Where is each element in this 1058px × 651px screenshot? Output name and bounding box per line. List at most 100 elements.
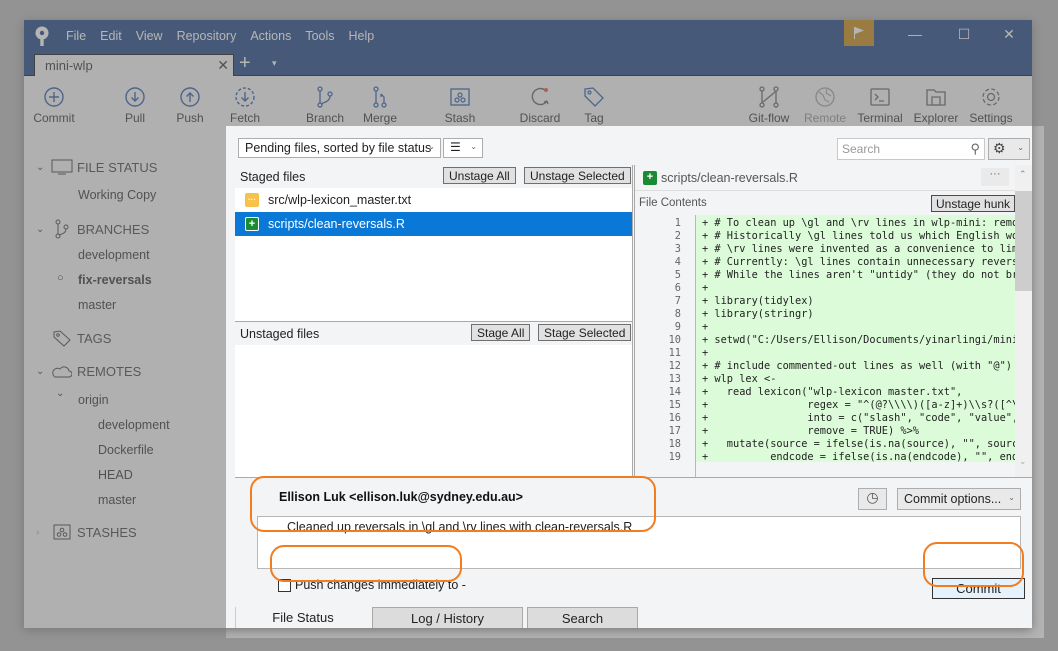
scrollbar-thumb[interactable] — [1015, 191, 1032, 291]
scroll-up-icon[interactable]: ⌃ — [1019, 169, 1027, 180]
chevron-down-icon[interactable]: ⌄ — [56, 388, 64, 399]
menu-actions[interactable]: Actions — [250, 29, 291, 43]
sidebar-remote-branch-head[interactable]: HEAD — [98, 468, 133, 482]
diff-line-text[interactable]: + library(tidylex) — [696, 293, 1015, 307]
fetch-icon — [235, 87, 255, 107]
tab-search[interactable]: Search — [527, 607, 638, 628]
close-tab-icon[interactable]: ✕ — [217, 57, 229, 74]
toolbar-settings-button[interactable]: Settings — [961, 85, 1021, 125]
commit-history-button[interactable]: ◷ — [858, 488, 887, 510]
commit-message-input[interactable]: Cleaned up reversals in \gl and \rv line… — [257, 516, 1021, 569]
staged-files-header: Staged files Unstage All Unstage Selecte… — [235, 165, 632, 188]
diff-line-text[interactable]: + regex = "^(@?\\\\)([a-z]+)\\s?([^\\ — [696, 397, 1015, 411]
menu-help[interactable]: Help — [349, 29, 375, 43]
diff-line-text[interactable]: + # Historically \gl lines told us which… — [696, 228, 1015, 242]
diff-line-text[interactable]: + into = c("slash", "code", "value", — [696, 410, 1015, 424]
diff-line-text[interactable]: + endcode = ifelse(is.na(endcode), "", e… — [696, 449, 1015, 463]
menu-edit[interactable]: Edit — [100, 29, 122, 43]
stage-selected-button[interactable]: Stage Selected — [538, 324, 632, 341]
diff-line-text[interactable]: + # include commented-out lines as well … — [696, 358, 1015, 372]
diff-line-text[interactable]: + wlp_lex <- — [696, 371, 1015, 385]
chevron-down-icon[interactable]: ⌄ — [36, 224, 50, 235]
diff-line-text[interactable]: + read_lexicon("wlp-lexicon_master.txt", — [696, 384, 1015, 398]
file-filter-select[interactable]: Pending files, sorted by file status ⌄ — [238, 138, 441, 158]
diff-line-text[interactable]: + mutate(source = ifelse(is.na(source), … — [696, 436, 1015, 450]
checkbox-icon[interactable] — [278, 578, 291, 592]
tab-log-history[interactable]: Log / History — [372, 607, 523, 628]
sidebar-item-working-copy[interactable]: Working Copy — [78, 188, 156, 202]
repo-tab[interactable]: mini-wlp ✕ — [34, 54, 234, 76]
unstage-all-button[interactable]: Unstage All — [443, 167, 516, 184]
search-input[interactable]: Search ⚲ — [837, 138, 985, 160]
minimize-button[interactable]: — — [900, 26, 930, 42]
added-file-icon: + — [245, 217, 259, 231]
diff-line-text[interactable]: + — [696, 345, 1015, 359]
diff-line-text[interactable]: + library(stringr) — [696, 306, 1015, 320]
sidebar-branch-development[interactable]: development — [78, 248, 150, 262]
sidebar-section-remotes[interactable]: ⌄ REMOTES — [36, 364, 141, 379]
diff-line-text[interactable]: + # \rv lines were invented as a conveni… — [696, 241, 1015, 255]
diff-line-text[interactable]: + # Currently: \gl lines contain unneces… — [696, 254, 1015, 268]
diff-code[interactable]: 1 + # To clean up \gl and \rv lines in wl… — [635, 215, 1015, 477]
toolbar-merge-button[interactable]: Merge — [350, 85, 410, 125]
toolbar-fetch-button[interactable]: Fetch — [215, 85, 275, 125]
toolbar-remote-button[interactable]: Remote — [795, 85, 855, 125]
new-tab-button[interactable]: + — [239, 52, 251, 75]
toolbar-explorer-button[interactable]: Explorer — [906, 85, 966, 125]
diff-line-text[interactable]: + — [696, 280, 1015, 294]
close-window-button[interactable]: ✕ — [994, 26, 1024, 43]
scroll-down-icon[interactable]: ⌄ — [1019, 456, 1027, 467]
toolbar-git-flow-button[interactable]: Git-flow — [739, 85, 799, 125]
stage-all-button[interactable]: Stage All — [471, 324, 531, 341]
diff-settings-button[interactable]: ⚙ ⌄ — [988, 138, 1030, 160]
chevron-down-icon[interactable]: ⌄ — [36, 366, 50, 377]
push-immediately-checkbox[interactable]: Push changes immediately to - — [278, 578, 466, 592]
unstage-hunk-button[interactable]: Unstage hunk — [931, 195, 1016, 212]
staged-file-row-selected[interactable]: + scripts/clean-reversals.R — [235, 212, 632, 236]
tab-file-status[interactable]: File Status — [235, 607, 370, 628]
toolbar-pull-button[interactable]: Pull — [105, 85, 165, 125]
sidebar-remote-branch-master[interactable]: master — [98, 493, 136, 507]
toolbar-commit-button[interactable]: Commit — [24, 85, 84, 125]
toolbar-tag-button[interactable]: Tag — [564, 85, 624, 125]
diff-line-text[interactable]: + # While the lines aren't "untidy" (the… — [696, 267, 1015, 281]
sidebar-remote-origin[interactable]: origin — [78, 393, 109, 407]
sidebar-branch-master[interactable]: master — [78, 298, 116, 312]
diff-line-text[interactable]: + # To clean up \gl and \rv lines in wlp… — [696, 215, 1015, 229]
toolbar-discard-button[interactable]: Discard — [510, 85, 570, 125]
sidebar-branch-fix-reversals[interactable]: fix-reversals — [78, 273, 152, 287]
diff-line-text[interactable]: + setwd("C:/Users/Ellison/Documents/yina… — [696, 332, 1015, 346]
toolbar-branch-button[interactable]: Branch — [295, 85, 355, 125]
notification-flag-button[interactable] — [844, 20, 874, 46]
toolbar-push-button[interactable]: Push — [160, 85, 220, 125]
menu-tools[interactable]: Tools — [305, 29, 334, 43]
diff-vertical-scrollbar[interactable]: ⌃ ⌄ — [1015, 165, 1032, 477]
merge-icon — [373, 86, 387, 108]
toolbar-stash-button[interactable]: Stash — [430, 85, 490, 125]
menu-file[interactable]: File — [66, 29, 86, 43]
more-options-button[interactable]: ··· — [981, 168, 1009, 186]
maximize-button[interactable]: ☐ — [949, 26, 979, 43]
chevron-right-icon[interactable]: › — [36, 527, 50, 538]
toolbar-terminal-button[interactable]: Terminal — [850, 85, 910, 125]
sidebar-remote-branch-dockerfile[interactable]: Dockerfile — [98, 443, 154, 457]
toolbar-branch-label: Branch — [305, 111, 345, 125]
commit-button[interactable]: Commit — [932, 578, 1025, 599]
menu-repository[interactable]: Repository — [177, 29, 237, 43]
chevron-down-icon[interactable]: ⌄ — [36, 162, 50, 173]
view-mode-select[interactable]: ☰ ⌄ — [443, 138, 483, 158]
menu-view[interactable]: View — [136, 29, 163, 43]
sidebar-section-branches[interactable]: ⌄ BRANCHES — [36, 219, 149, 239]
sidebar-section-tags[interactable]: TAGS — [50, 329, 111, 347]
sidebar-remote-branch-development[interactable]: development — [98, 418, 170, 432]
sidebar-section-file-status[interactable]: ⌄ FILE STATUS — [36, 159, 157, 175]
unstage-selected-button[interactable]: Unstage Selected — [524, 167, 631, 184]
tab-dropdown-icon[interactable]: ▾ — [272, 58, 277, 69]
sidebar-section-stashes[interactable]: › STASHES — [36, 524, 137, 540]
diff-line-text[interactable]: + remove = TRUE) %>% — [696, 423, 1015, 437]
diff-file-name: scripts/clean-reversals.R — [661, 171, 798, 185]
staged-file-row[interactable]: ··· src/wlp-lexicon_master.txt — [235, 188, 632, 212]
commit-options-label: Commit options... — [904, 492, 1002, 506]
commit-options-select[interactable]: Commit options... ⌄ — [897, 488, 1021, 510]
diff-line-text[interactable]: + — [696, 319, 1015, 333]
